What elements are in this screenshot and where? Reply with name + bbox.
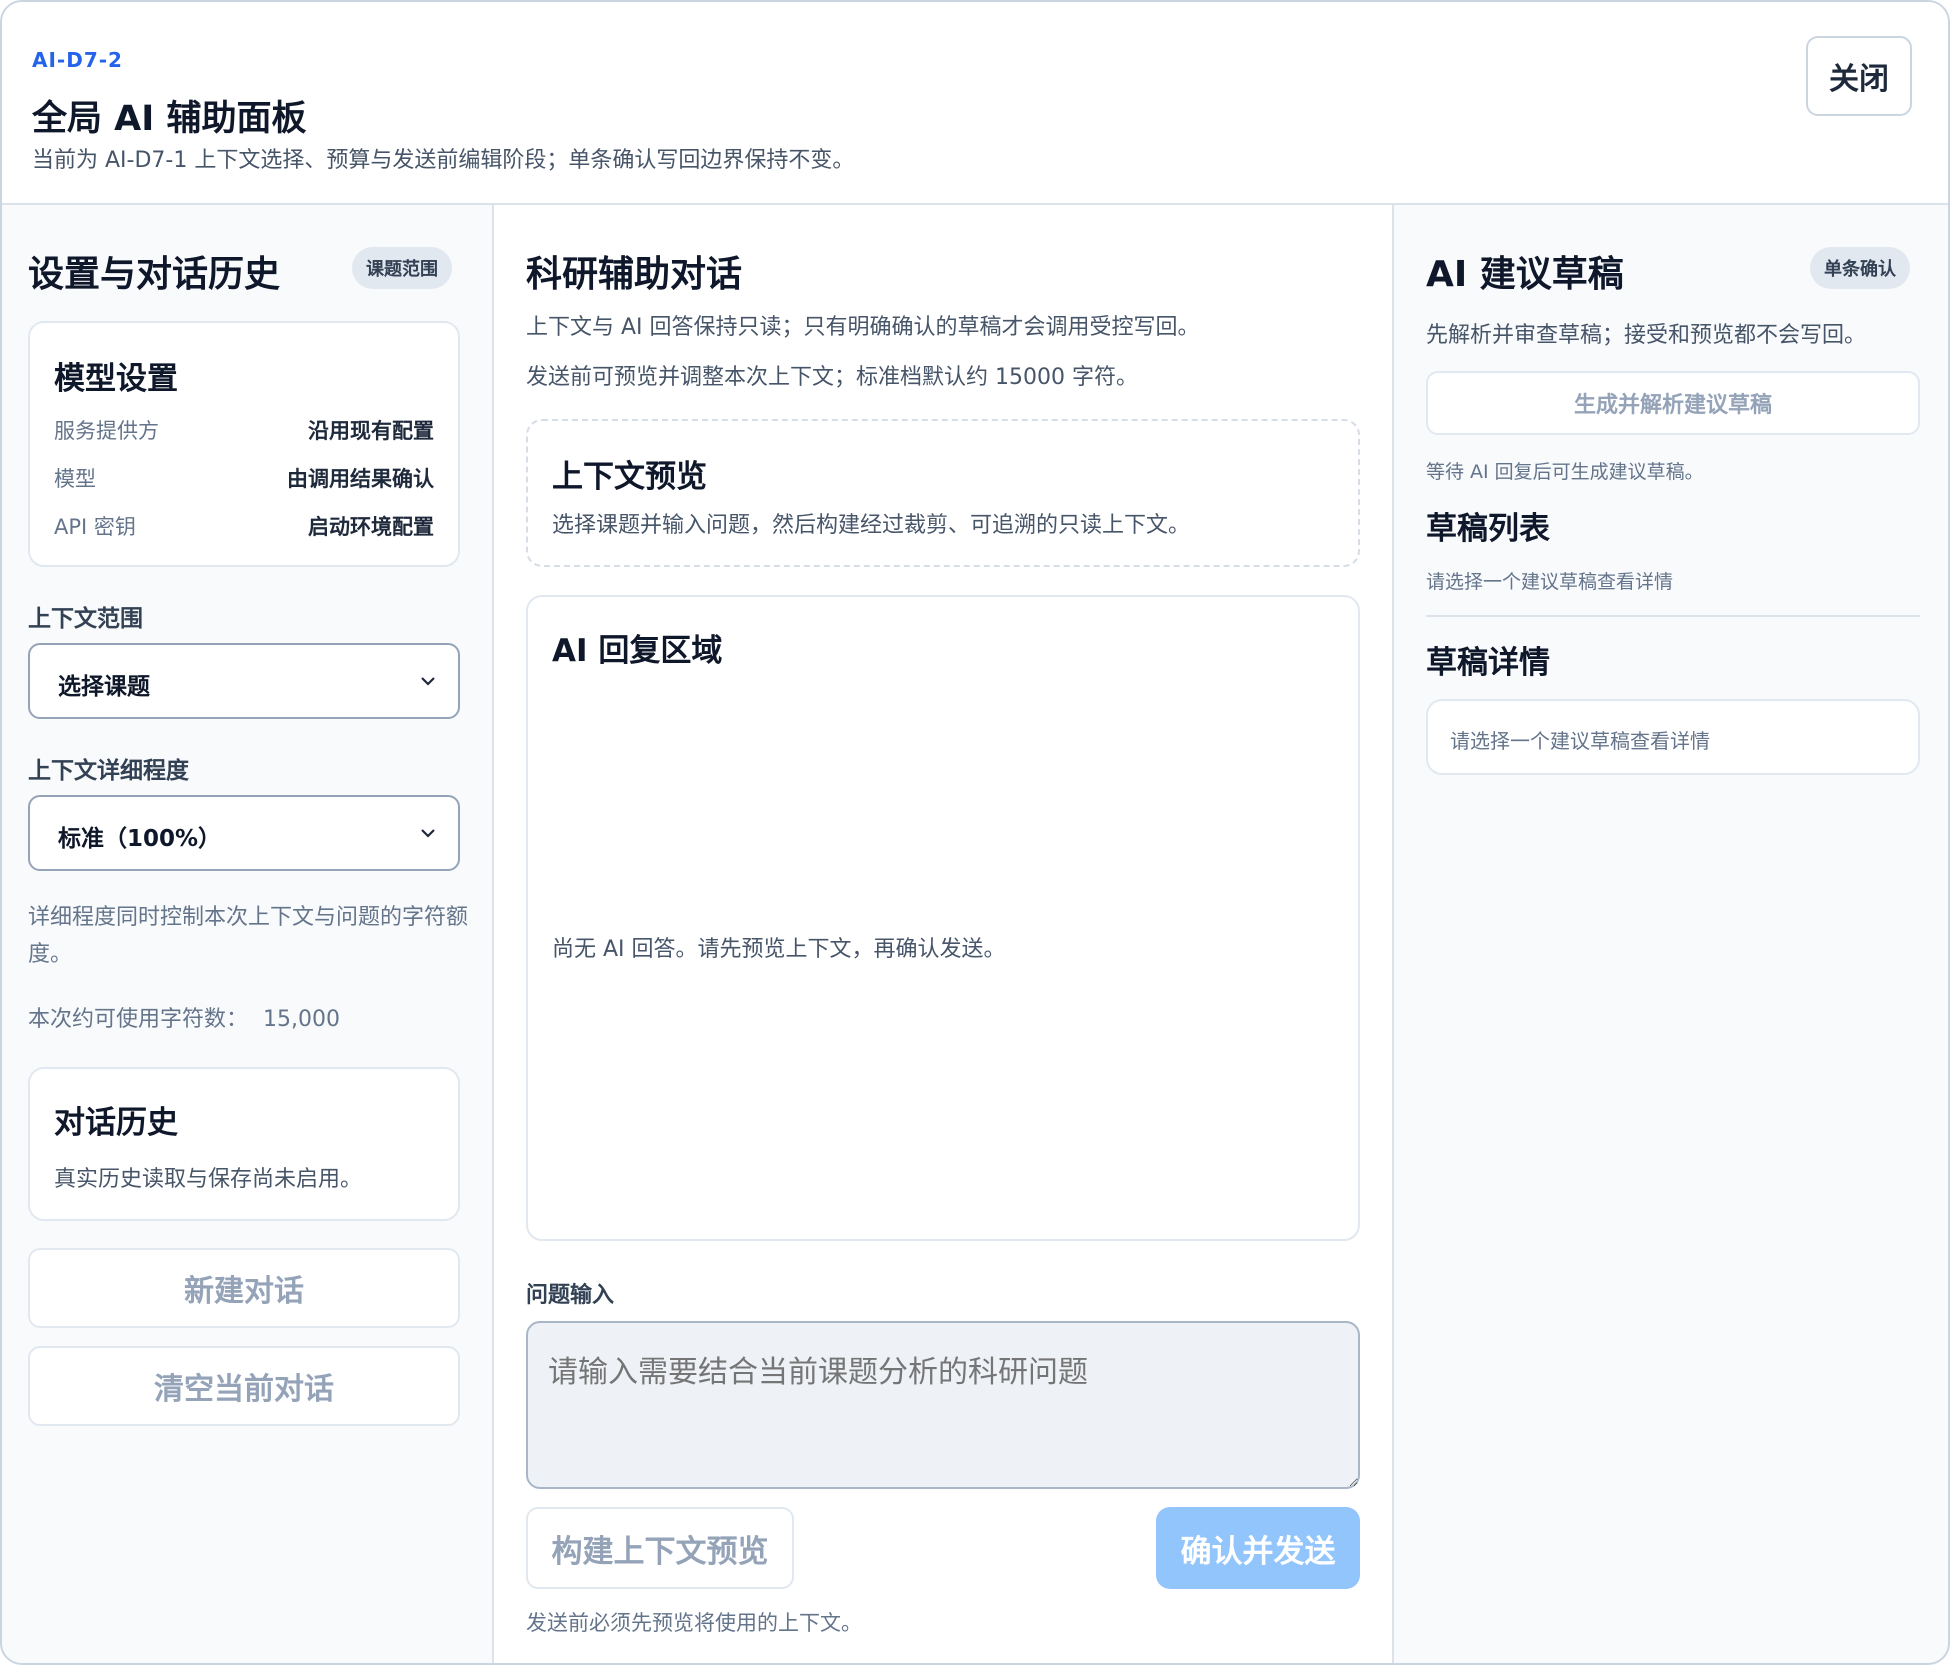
- chevron-down-icon: [421, 677, 435, 686]
- panel-header: AI-D7-2 全局 AI 辅助面板 当前为 AI-D7-1 上下文选择、预算与…: [2, 2, 1948, 205]
- settings-title: 设置与对话历史: [28, 254, 281, 295]
- draft-detail-title: 草稿详情: [1426, 645, 1550, 681]
- topic-scope-badge: 课题范围: [352, 247, 452, 289]
- provider-label: 服务提供方: [54, 419, 159, 443]
- draft-list-title: 草稿列表: [1426, 511, 1550, 547]
- question-label: 问题输入: [526, 1283, 615, 1308]
- confirm-send-button[interactable]: 确认并发送: [1156, 1507, 1360, 1589]
- detail-level-value: 标准（100%）: [58, 826, 222, 852]
- chat-desc-1: 上下文与 AI 回答保持只读；只有明确确认的草稿才会调用受控写回。: [526, 315, 1200, 340]
- draft-title: AI 建议草稿: [1426, 254, 1624, 295]
- ai-assistant-panel: AI-D7-2 全局 AI 辅助面板 当前为 AI-D7-1 上下文选择、预算与…: [0, 0, 1950, 1665]
- model-settings-card: 模型设置 服务提供方 沿用现有配置 模型 由调用结果确认 API 密钥 启动环境…: [28, 321, 460, 567]
- context-scope-label: 上下文范围: [28, 606, 143, 632]
- draft-column: AI 建议草稿 单条确认 先解析并审查草稿；接受和预览都不会写回。 生成并解析建…: [1394, 205, 1948, 1663]
- provider-value: 沿用现有配置: [308, 419, 434, 443]
- draft-divider: [1426, 615, 1920, 617]
- single-confirm-badge: 单条确认: [1810, 247, 1910, 289]
- api-key-value: 启动环境配置: [308, 515, 434, 539]
- ai-reply-title: AI 回复区域: [552, 633, 723, 669]
- model-settings-title: 模型设置: [54, 361, 178, 397]
- detail-level-note: 详细程度同时控制本次上下文与问题的字符额度。: [28, 905, 469, 967]
- chevron-down-icon: [421, 829, 435, 838]
- draft-list-empty: 请选择一个建议草稿查看详情: [1426, 571, 1674, 593]
- build-preview-button[interactable]: 构建上下文预览: [526, 1507, 794, 1589]
- panel-subtitle: 当前为 AI-D7-1 上下文选择、预算与发送前编辑阶段；单条确认写回边界保持不…: [32, 148, 855, 173]
- history-note: 真实历史读取与保存尚未启用。: [54, 1167, 363, 1192]
- char-budget-value: 15,000: [263, 1007, 340, 1032]
- history-card: 对话历史 真实历史读取与保存尚未启用。: [28, 1067, 460, 1221]
- draft-detail-box: 请选择一个建议草稿查看详情: [1426, 699, 1920, 775]
- send-note: 发送前必须先预览将使用的上下文。: [526, 1611, 862, 1635]
- context-preview-title: 上下文预览: [552, 459, 707, 495]
- char-budget-label: 本次约可使用字符数：: [28, 1007, 249, 1032]
- detail-level-select[interactable]: 标准（100%）: [28, 795, 460, 871]
- context-scope-value: 选择课题: [58, 674, 150, 700]
- chat-title: 科研辅助对话: [526, 254, 743, 295]
- context-scope-select[interactable]: 选择课题: [28, 643, 460, 719]
- context-preview-desc: 选择课题并输入问题，然后构建经过裁剪、可追溯的只读上下文。: [552, 513, 1191, 538]
- close-button[interactable]: 关闭: [1806, 36, 1912, 116]
- api-key-label: API 密钥: [54, 515, 136, 539]
- panel-code: AI-D7-2: [32, 48, 123, 72]
- generate-draft-button[interactable]: 生成并解析建议草稿: [1426, 371, 1920, 435]
- ai-reply-empty: 尚无 AI 回答。请先预览上下文，再确认发送。: [552, 937, 1006, 962]
- question-input[interactable]: [526, 1321, 1360, 1489]
- history-title: 对话历史: [54, 1105, 178, 1141]
- ai-reply-area: AI 回复区域 尚无 AI 回答。请先预览上下文，再确认发送。: [526, 595, 1360, 1241]
- new-chat-button[interactable]: 新建对话: [28, 1248, 460, 1328]
- chat-desc-2: 发送前可预览并调整本次上下文；标准档默认约 15000 字符。: [526, 365, 1138, 390]
- wait-note: 等待 AI 回复后可生成建议草稿。: [1426, 461, 1704, 483]
- clear-chat-button[interactable]: 清空当前对话: [28, 1346, 460, 1426]
- detail-level-label: 上下文详细程度: [28, 758, 189, 784]
- model-label: 模型: [54, 467, 96, 491]
- model-value: 由调用结果确认: [287, 467, 434, 491]
- panel-title: 全局 AI 辅助面板: [32, 99, 307, 139]
- draft-desc: 先解析并审查草稿；接受和预览都不会写回。: [1426, 323, 1867, 348]
- context-preview-box: 上下文预览 选择课题并输入问题，然后构建经过裁剪、可追溯的只读上下文。: [526, 419, 1360, 567]
- settings-column: 设置与对话历史 课题范围 模型设置 服务提供方 沿用现有配置 模型 由调用结果确…: [2, 205, 494, 1663]
- draft-detail-empty: 请选择一个建议草稿查看详情: [1450, 729, 1710, 753]
- chat-column: 科研辅助对话 上下文与 AI 回答保持只读；只有明确确认的草稿才会调用受控写回。…: [494, 205, 1394, 1663]
- char-budget: 本次约可使用字符数： 15,000: [28, 1001, 340, 1038]
